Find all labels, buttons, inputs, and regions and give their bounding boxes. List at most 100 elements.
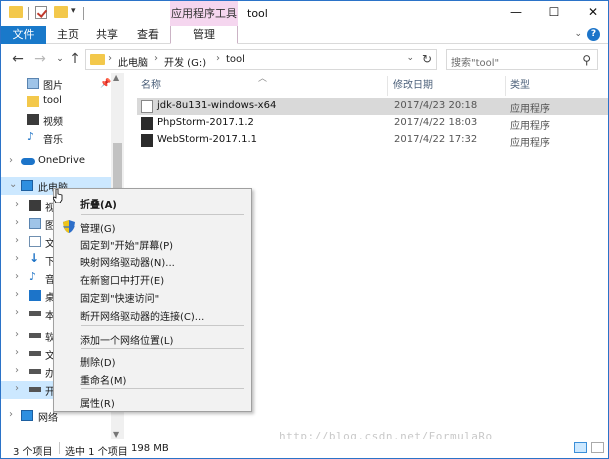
chevron-right-icon[interactable]: › bbox=[15, 365, 19, 376]
status-divider bbox=[59, 442, 60, 454]
videos-icon bbox=[27, 114, 39, 125]
nav-item-music[interactable]: ♪ 音乐 bbox=[1, 129, 111, 147]
file-type: 应用程序 bbox=[510, 104, 550, 115]
this-pc-icon bbox=[21, 180, 33, 191]
nav-item-onedrive[interactable]: › OneDrive bbox=[1, 153, 111, 171]
menu-item-disconnect-drive[interactable]: 断开网络驱动器的连接(C)... bbox=[56, 305, 249, 323]
menu-separator bbox=[81, 388, 244, 389]
chevron-right-icon[interactable]: › bbox=[15, 271, 19, 282]
scroll-down-icon[interactable]: ▼ bbox=[113, 430, 119, 439]
chevron-right-icon[interactable]: › bbox=[15, 307, 19, 318]
documents-icon bbox=[29, 236, 41, 247]
chevron-right-icon[interactable]: › bbox=[15, 347, 19, 358]
nav-item-tool[interactable]: tool bbox=[1, 93, 111, 111]
tab-file[interactable]: 文件 bbox=[1, 26, 46, 44]
scroll-up-icon[interactable]: ▲ bbox=[113, 73, 119, 82]
recent-locations-icon[interactable]: ⌄ bbox=[52, 54, 68, 64]
chevron-right-icon[interactable]: › bbox=[9, 155, 13, 166]
file-row[interactable]: PhpStorm-2017.1.2 2017/4/22 18:03 应用程序 bbox=[137, 115, 608, 132]
tab-share[interactable]: 共享 bbox=[92, 26, 122, 44]
menu-item-map-drive[interactable]: 映射网络驱动器(N)... bbox=[56, 251, 249, 269]
back-icon[interactable]: ← bbox=[10, 51, 26, 67]
folder-icon bbox=[90, 54, 105, 65]
details-view-button[interactable] bbox=[574, 442, 587, 453]
chevron-down-icon[interactable]: ⌄ bbox=[574, 29, 582, 39]
new-folder-icon[interactable] bbox=[54, 6, 68, 18]
breadcrumb-tool[interactable]: tool bbox=[226, 54, 245, 65]
chevron-right-icon[interactable]: › bbox=[15, 199, 19, 210]
menu-item-label: 折叠(A) bbox=[80, 200, 117, 211]
drive-icon bbox=[29, 387, 41, 392]
menu-item-pin-start[interactable]: 固定到"开始"屏幕(P) bbox=[56, 234, 249, 252]
file-row[interactable]: WebStorm-2017.1.1 2017/4/22 17:32 应用程序 bbox=[137, 132, 608, 149]
folder-icon bbox=[9, 6, 23, 18]
drive-icon bbox=[29, 351, 41, 356]
menu-item-properties[interactable]: 属性(R) bbox=[56, 392, 249, 410]
chevron-right-icon[interactable]: › bbox=[9, 409, 13, 420]
menu-item-rename[interactable]: 重命名(M) bbox=[56, 369, 249, 387]
chevron-down-icon[interactable]: ⌄ bbox=[406, 53, 414, 63]
close-button[interactable]: ✕ bbox=[586, 5, 600, 19]
qat-customize-icon[interactable]: ▾ bbox=[71, 6, 76, 16]
tab-home[interactable]: 主页 bbox=[53, 26, 83, 44]
breadcrumb-this-pc[interactable]: 此电脑 bbox=[118, 54, 148, 69]
menu-item-manage[interactable]: 管理(G) bbox=[56, 217, 249, 235]
menu-item-add-network-location[interactable]: 添加一个网络位置(L) bbox=[56, 329, 249, 347]
minimize-button[interactable]: — bbox=[509, 5, 523, 19]
chevron-right-icon[interactable]: › bbox=[15, 217, 19, 228]
chevron-right-icon[interactable]: › bbox=[15, 383, 19, 394]
file-row[interactable]: jdk-8u131-windows-x64 2017/4/23 20:18 应用… bbox=[137, 98, 608, 115]
up-icon[interactable]: ↑ bbox=[67, 51, 83, 67]
column-divider[interactable] bbox=[387, 76, 388, 96]
breadcrumb-separator[interactable]: › bbox=[216, 53, 220, 64]
search-input[interactable]: 搜索"tool" ⚲ bbox=[446, 49, 598, 70]
title-bar: ▾ 应用程序工具 tool — ☐ ✕ bbox=[1, 1, 608, 26]
refresh-icon[interactable]: ↻ bbox=[422, 52, 432, 66]
menu-separator bbox=[81, 325, 244, 326]
file-name: jdk-8u131-windows-x64 bbox=[157, 100, 277, 111]
column-header-type[interactable]: 类型 bbox=[510, 77, 530, 95]
large-icons-view-button[interactable] bbox=[591, 442, 604, 453]
menu-item-label: 固定到"快速访问" bbox=[80, 294, 160, 305]
column-header-date[interactable]: 修改日期 bbox=[393, 77, 433, 95]
menu-item-label: 固定到"开始"屏幕(P) bbox=[80, 241, 174, 252]
explorer-window: ▾ 应用程序工具 tool — ☐ ✕ 文件 主页 共享 查看 管理 ⌄ ? ←… bbox=[0, 0, 609, 459]
file-date: 2017/4/22 17:32 bbox=[394, 134, 478, 145]
pin-icon[interactable]: 📌 bbox=[100, 79, 111, 89]
java-installer-icon bbox=[141, 100, 153, 113]
menu-item-collapse[interactable]: 折叠(A) bbox=[56, 193, 249, 211]
nav-item-pictures[interactable]: 图片 📌 bbox=[1, 75, 111, 93]
file-name: PhpStorm-2017.1.2 bbox=[157, 117, 254, 128]
column-header-name[interactable]: 名称 bbox=[141, 77, 161, 95]
breadcrumb-separator[interactable]: › bbox=[108, 53, 112, 64]
menu-item-delete[interactable]: 删除(D) bbox=[56, 351, 249, 369]
nav-item-videos[interactable]: 视频 bbox=[1, 111, 111, 129]
forward-icon[interactable]: → bbox=[32, 51, 48, 67]
menu-item-label: 删除(D) bbox=[80, 358, 116, 369]
maximize-button[interactable]: ☐ bbox=[547, 5, 561, 19]
menu-item-label: 属性(R) bbox=[80, 399, 115, 410]
menu-item-label: 管理(G) bbox=[80, 224, 116, 235]
chevron-right-icon[interactable]: › bbox=[15, 235, 19, 246]
breadcrumb-drive-g[interactable]: 开发 (G:) bbox=[164, 54, 206, 69]
menu-item-pin-quick-access[interactable]: 固定到"快速访问" bbox=[56, 287, 249, 305]
file-type: 应用程序 bbox=[510, 121, 550, 132]
tab-view[interactable]: 查看 bbox=[133, 26, 163, 44]
properties-check-icon[interactable] bbox=[35, 6, 47, 19]
address-bar[interactable]: › 此电脑 › 开发 (G:) › tool ⌄ ↻ bbox=[85, 49, 437, 70]
drive-icon bbox=[29, 311, 41, 316]
context-menu: 折叠(A) 管理(G) 固定到"开始"屏幕(P) 映射网络驱动器(N)... 在… bbox=[53, 188, 252, 412]
chevron-right-icon[interactable]: › bbox=[15, 329, 19, 340]
chevron-right-icon[interactable]: › bbox=[15, 289, 19, 300]
breadcrumb-separator[interactable]: › bbox=[154, 53, 158, 64]
search-icon[interactable]: ⚲ bbox=[582, 53, 591, 67]
chevron-right-icon[interactable]: › bbox=[15, 253, 19, 264]
help-icon[interactable]: ? bbox=[587, 28, 600, 41]
column-divider[interactable] bbox=[505, 76, 506, 96]
item-count: 3 个项目 bbox=[13, 447, 53, 458]
webstorm-icon bbox=[141, 134, 153, 147]
chevron-down-icon[interactable]: ⌄ bbox=[9, 179, 17, 190]
tab-manage[interactable]: 管理 bbox=[170, 26, 238, 44]
menu-item-label: 重命名(M) bbox=[80, 376, 127, 387]
menu-item-open-new-window[interactable]: 在新窗口中打开(E) bbox=[56, 269, 249, 287]
